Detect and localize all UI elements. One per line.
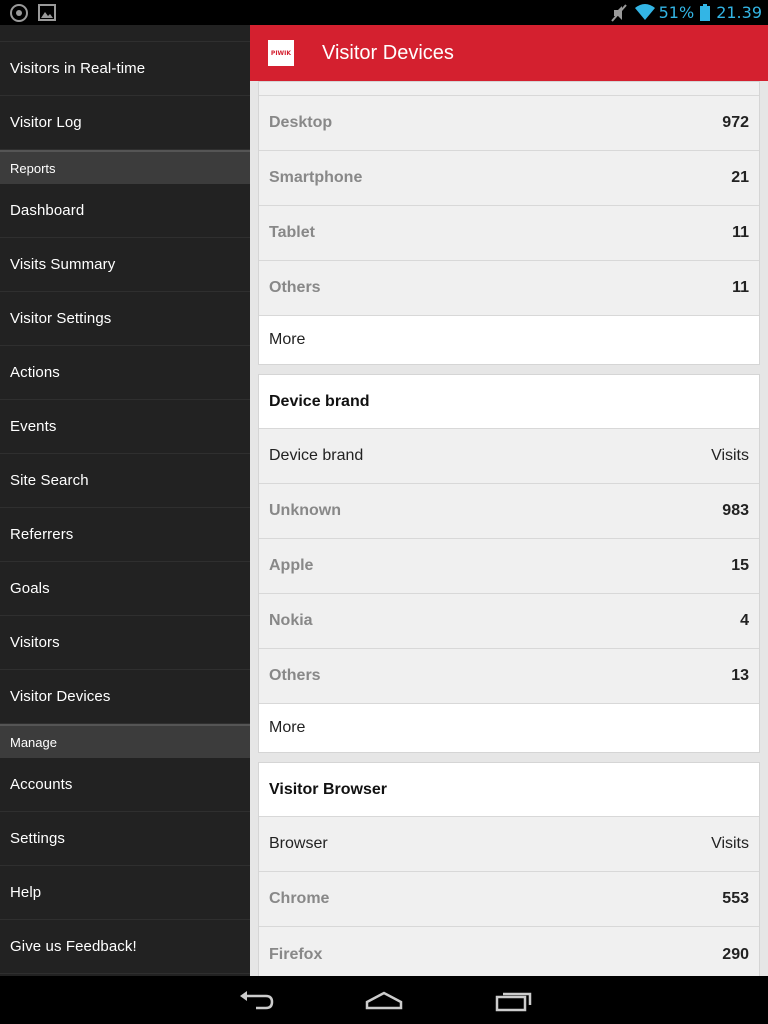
row-value: 11 <box>732 279 749 296</box>
sidebar-item-site-search[interactable]: Site Search <box>0 454 250 508</box>
sidebar-item-events[interactable]: Events <box>0 400 250 454</box>
table-row[interactable]: Nokia 4 <box>259 594 759 649</box>
more-button[interactable]: More <box>259 704 759 752</box>
card-visitor-browser: Visitor Browser Browser Visits Chrome 55… <box>258 762 760 976</box>
sidebar-item-visitors[interactable]: Visitors <box>0 616 250 670</box>
row-label: Apple <box>269 557 314 574</box>
sidebar-item-actions[interactable]: Actions <box>0 346 250 400</box>
sidebar-item-goals[interactable]: Goals <box>0 562 250 616</box>
drawer-top-divider <box>0 25 250 42</box>
row-value: 553 <box>722 890 749 907</box>
system-nav-bar <box>0 976 768 1024</box>
table-row[interactable]: Apple 15 <box>259 539 759 594</box>
row-label: Smartphone <box>269 169 363 186</box>
sidebar-item-visitor-log[interactable]: Visitor Log <box>0 96 250 150</box>
sidebar-item-help[interactable]: Help <box>0 866 250 920</box>
image-notification-icon <box>38 4 56 21</box>
column-header-label: Browser <box>269 835 328 852</box>
page-title: Visitor Devices <box>322 41 454 64</box>
table-row[interactable]: Chrome 553 <box>259 872 759 927</box>
table-row[interactable]: Firefox 290 <box>259 927 759 976</box>
row-value: 13 <box>731 667 749 684</box>
main-content: PIWIK Visitor Devices Desktop 972 Smartp… <box>250 25 768 976</box>
table-row[interactable]: Smartphone 21 <box>259 151 759 206</box>
table-row[interactable]: Others 11 <box>259 261 759 316</box>
row-value: 15 <box>731 557 749 574</box>
sidebar-item-dashboard[interactable]: Dashboard <box>0 184 250 238</box>
sidebar-item-visitor-settings[interactable]: Visitor Settings <box>0 292 250 346</box>
battery-percent: 51% <box>658 3 695 22</box>
table-row[interactable]: Unknown 983 <box>259 484 759 539</box>
table-row[interactable]: Desktop 972 <box>259 96 759 151</box>
home-icon[interactable] <box>364 988 404 1014</box>
table-row[interactable]: Tablet 11 <box>259 206 759 261</box>
column-header-value: Visits <box>711 835 749 852</box>
card-device-type: Desktop 972 Smartphone 21 Tablet 11 Othe… <box>258 81 760 365</box>
clock: 21.39 <box>716 3 762 22</box>
action-bar: PIWIK Visitor Devices <box>250 25 768 81</box>
row-label: Chrome <box>269 890 330 907</box>
card-title: Device brand <box>259 375 759 429</box>
row-value: 972 <box>722 114 749 131</box>
back-icon[interactable] <box>236 988 276 1014</box>
column-header-label: Device brand <box>269 447 364 464</box>
sidebar-section-manage: Manage <box>0 724 250 758</box>
navigation-drawer: Visitors in Real-time Visitor Log Report… <box>0 25 250 976</box>
sidebar-section-reports: Reports <box>0 150 250 184</box>
logo-text: PIWIK <box>270 49 292 57</box>
sidebar-item-accounts[interactable]: Accounts <box>0 758 250 812</box>
app-logo[interactable]: PIWIK <box>268 40 294 66</box>
row-label: Others <box>269 279 321 296</box>
row-value: 11 <box>732 224 749 241</box>
row-label: Nokia <box>269 612 313 629</box>
sidebar-item-settings[interactable]: Settings <box>0 812 250 866</box>
mute-icon <box>610 4 629 22</box>
app-notification-icon <box>10 4 28 22</box>
card-top-remnant <box>259 82 759 96</box>
row-value: 21 <box>731 169 749 186</box>
row-label: Tablet <box>269 224 315 241</box>
row-label: Others <box>269 667 321 684</box>
card-title: Visitor Browser <box>259 763 759 817</box>
row-value: 4 <box>740 612 749 629</box>
row-label: Desktop <box>269 114 333 131</box>
row-label: Firefox <box>269 945 323 963</box>
table-header: Browser Visits <box>259 817 759 872</box>
battery-icon <box>700 4 711 21</box>
row-value: 290 <box>722 945 749 963</box>
status-bar: 51% 21.39 <box>0 0 768 25</box>
report-list[interactable]: Desktop 972 Smartphone 21 Tablet 11 Othe… <box>258 81 760 976</box>
more-button[interactable]: More <box>259 316 759 364</box>
wifi-icon <box>634 4 655 21</box>
table-header: Device brand Visits <box>259 429 759 484</box>
table-row[interactable]: Others 13 <box>259 649 759 704</box>
sidebar-item-visitors-realtime[interactable]: Visitors in Real-time <box>0 42 250 96</box>
sidebar-item-visits-summary[interactable]: Visits Summary <box>0 238 250 292</box>
sidebar-item-feedback[interactable]: Give us Feedback! <box>0 920 250 974</box>
column-header-value: Visits <box>711 447 749 464</box>
card-device-brand: Device brand Device brand Visits Unknown… <box>258 374 760 753</box>
row-label: Unknown <box>269 502 341 519</box>
sidebar-item-visitor-devices[interactable]: Visitor Devices <box>0 670 250 724</box>
sidebar-item-referrers[interactable]: Referrers <box>0 508 250 562</box>
recent-apps-icon[interactable] <box>494 988 534 1014</box>
row-value: 983 <box>722 502 749 519</box>
